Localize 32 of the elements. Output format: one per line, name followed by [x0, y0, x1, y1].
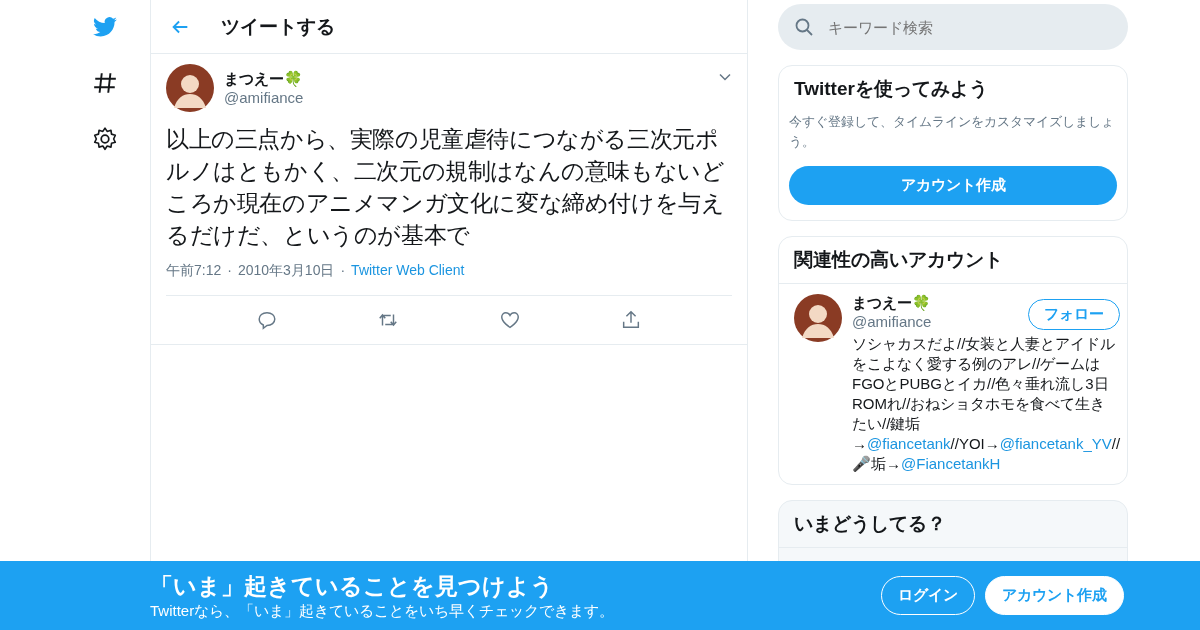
create-account-button[interactable]: アカウント作成	[789, 166, 1117, 205]
mention-link[interactable]: @fiancetank_YV	[999, 435, 1112, 452]
separator-dot: ·	[340, 262, 346, 280]
avatar-icon	[794, 294, 842, 342]
source-link[interactable]: Twitter Web Client	[351, 262, 465, 280]
tweet-date[interactable]: 2010年3月10日	[237, 262, 335, 280]
avatar-icon	[166, 64, 214, 112]
separator-dot: ·	[227, 262, 232, 280]
tweet-text: 以上の三点から、実際の児童虐待につながる三次元ポルノはともかく、二次元の規制はなんの意味もないどころか現在のアニメマンガ文化に変な締め付けを与えるだけだ、というのが基本で	[166, 126, 726, 250]
user-name[interactable]: まつえー🍀	[852, 294, 1029, 313]
mention-link[interactable]: @FiancetankH	[901, 455, 1001, 472]
banner-title: 「いま」起きていることを見つけよう	[150, 571, 555, 601]
user-name[interactable]: まつえー🍀	[224, 70, 708, 89]
mention-link[interactable]: @fiancetank	[867, 435, 951, 452]
signup-button[interactable]: アカウント作成	[985, 576, 1124, 615]
card-title: 関連性の高いアカウント	[793, 248, 1004, 272]
hashtag-icon[interactable]	[92, 70, 118, 96]
login-button[interactable]: ログイン	[881, 576, 975, 615]
heart-icon[interactable]	[498, 309, 521, 331]
search-field[interactable]: キーワード検索	[778, 4, 1128, 50]
card-title: Twitterを使ってみよう	[793, 77, 989, 101]
search-icon	[794, 17, 814, 37]
tweet-time[interactable]: 午前7:12	[166, 262, 222, 280]
user-handle[interactable]: @amifiance	[224, 89, 708, 106]
user-bio: ソシャカスだよ//女装と人妻とアイドルをこよなく愛する例のアレ//ゲームはFGOとPUBGとイカ//色々垂れ流し3日ROMれ//おねショタホモを食べて生きたい//鍵垢→@fiancetank//YOI→@fiancetank_YV//🎤垢→@FiancetankH	[852, 334, 1121, 474]
card-text: 今すぐ登録して、タイムラインをカスタマイズしましょう。	[788, 113, 1115, 151]
user-handle[interactable]: @amifiance	[852, 313, 1029, 330]
page-title: ツイートする	[221, 14, 335, 39]
card-title: いまどうしてる？	[793, 512, 947, 536]
banner-subtitle: Twitterなら、「いま」起きていることをいち早くチェックできます。	[150, 601, 615, 621]
follow-button[interactable]: フォロー	[1028, 299, 1121, 330]
settings-icon[interactable]	[92, 126, 118, 152]
